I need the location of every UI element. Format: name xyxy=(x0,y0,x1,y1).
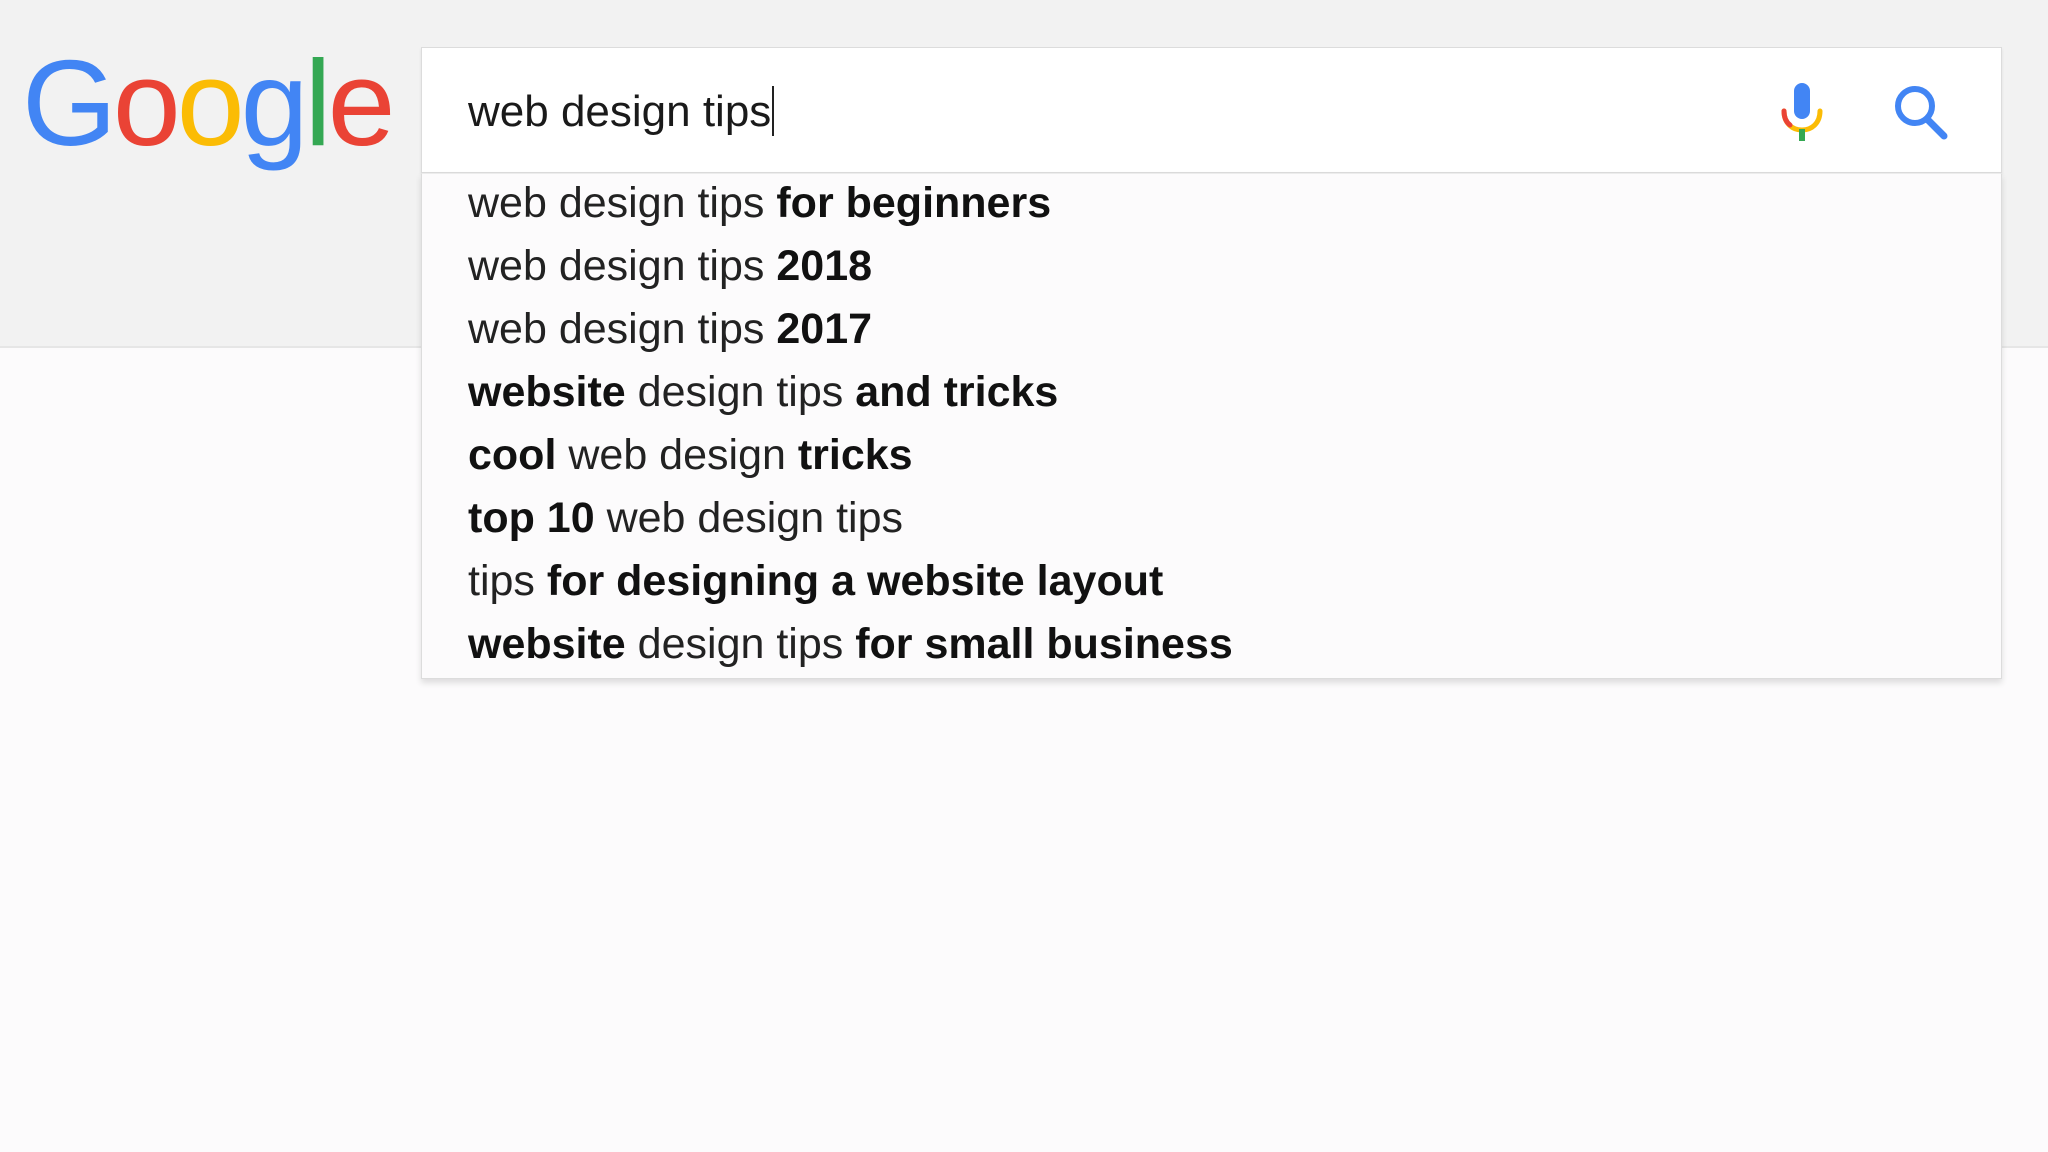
suggestion-item[interactable]: top 10 web design tips xyxy=(468,487,903,549)
suggestion-item[interactable]: tips for designing a website layout xyxy=(468,550,1163,612)
suggestion-item[interactable]: web design tips 2017 xyxy=(468,298,872,360)
suggestion-item[interactable]: cool web design tricks xyxy=(468,424,913,486)
search-input[interactable]: web design tips xyxy=(468,86,775,138)
suggestion-completion-text: tricks xyxy=(797,431,913,479)
logo-letter: o xyxy=(176,35,245,171)
suggestion-item[interactable]: website design tips for small business xyxy=(468,613,1233,675)
logo-letter: g xyxy=(240,35,309,171)
microphone-icon[interactable] xyxy=(1772,81,1832,145)
logo-letter: e xyxy=(327,35,396,171)
suggestion-completion-text: 2018 xyxy=(776,242,873,290)
suggestion-query-text: web design tips xyxy=(468,242,777,290)
suggestion-item[interactable]: web design tips for beginners xyxy=(468,172,1051,234)
search-box[interactable]: web design tips xyxy=(421,47,2002,173)
suggestion-query-text: tips xyxy=(468,557,547,605)
suggestion-completion-text: cool xyxy=(468,431,557,479)
suggestion-query-text: web design tips xyxy=(468,305,777,353)
suggestion-query-text: design tips xyxy=(625,620,856,668)
suggestion-item[interactable]: website design tips and tricks xyxy=(468,361,1058,423)
magnifier-icon[interactable] xyxy=(1890,81,1954,145)
suggestion-completion-text: website xyxy=(468,368,626,416)
suggestion-query-text: design tips xyxy=(625,368,856,416)
search-query-text: web design tips xyxy=(468,87,772,136)
suggestion-completion-text: for designing a website layout xyxy=(546,557,1164,605)
google-logo[interactable]: Google xyxy=(22,35,396,171)
suggestion-query-text: web design tips xyxy=(594,494,903,542)
suggestion-completion-text: and tricks xyxy=(855,368,1059,416)
suggestion-completion-text: website xyxy=(468,620,626,668)
suggestion-completion-text: top 10 xyxy=(468,494,595,542)
logo-letter: l xyxy=(304,35,331,171)
autocomplete-dropdown: web design tips for beginners web design … xyxy=(421,173,2002,679)
suggestion-query-text: web design tips xyxy=(468,179,777,227)
suggestion-item[interactable]: web design tips 2018 xyxy=(468,235,872,297)
suggestion-completion-text: for small business xyxy=(855,620,1233,668)
suggestion-query-text: web design xyxy=(556,431,798,479)
suggestion-completion-text: 2017 xyxy=(776,305,873,353)
text-caret xyxy=(772,86,775,136)
suggestion-completion-text: for beginners xyxy=(776,179,1052,227)
logo-letter: G xyxy=(22,35,117,171)
logo-letter: o xyxy=(112,35,181,171)
